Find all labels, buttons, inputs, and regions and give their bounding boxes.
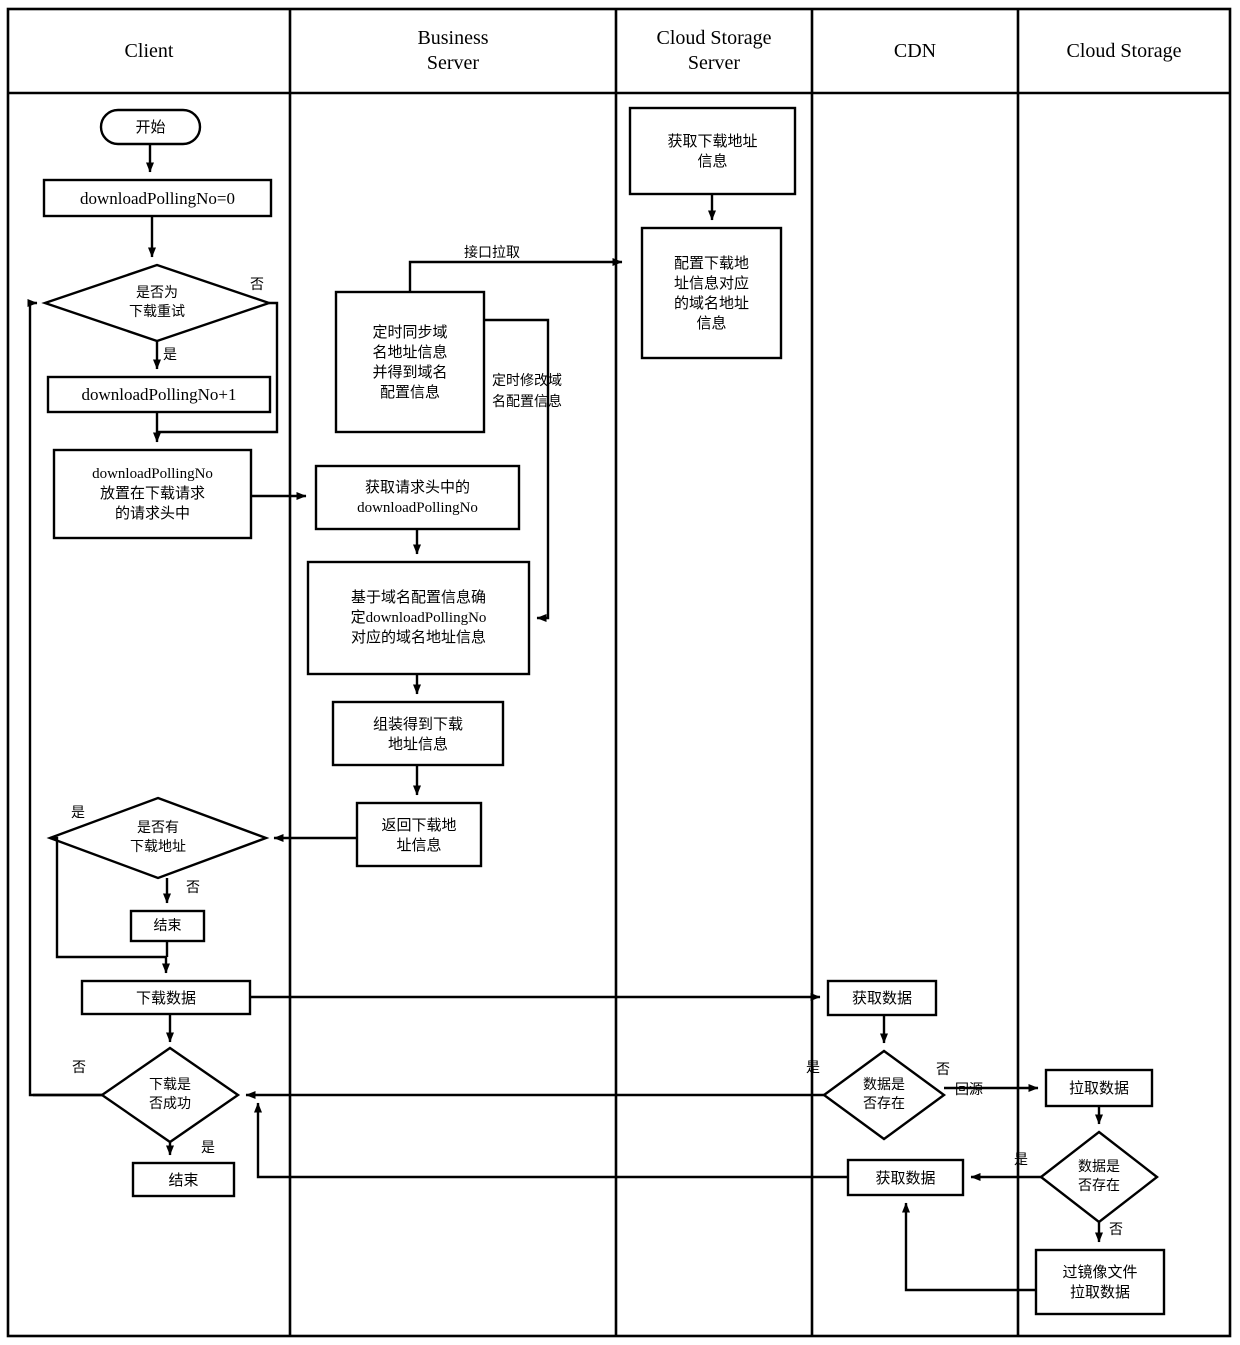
edge-label-retry-yes: 是: [163, 347, 177, 363]
node-cs-mirror-pull-shape: [1034, 1248, 1166, 1316]
flowchart-canvas: Client Business Server Cloud Storage Ser…: [0, 0, 1240, 1345]
edge-label-cdn-exists-yes: 是: [806, 1060, 820, 1076]
client-lane-shapes: [41, 108, 273, 1198]
node-cdn-data-exists-shape: [821, 1049, 947, 1141]
edge-cdn-getdata2-client: [254, 1102, 848, 1179]
lane-title-cloud-storage: Cloud Storage: [1018, 9, 1230, 93]
node-init-polling-shape: [42, 178, 273, 218]
lane-title-cloud-storage-text: Cloud Storage: [1066, 39, 1182, 62]
node-assemble-shape: [331, 700, 505, 767]
edge-label-has-addr-yes: 是: [71, 805, 85, 821]
node-end-noaddr-shape: [129, 909, 206, 943]
node-end-success-shape: [131, 1161, 236, 1198]
node-dl-success-shape: [99, 1046, 241, 1144]
node-put-header-shape: [52, 448, 253, 540]
node-determine-domain-shape: [306, 560, 531, 676]
edge-label-cs-exists-yes: 是: [1014, 1152, 1028, 1168]
node-is-retry-shape: [41, 263, 273, 343]
node-return-addr-shape: [355, 801, 483, 868]
edge-label-cdn-exists-no: 否: [936, 1062, 950, 1078]
edge-label-cs-exists-no: 否: [1109, 1222, 1123, 1238]
lane-title-cdn-text: CDN: [893, 39, 937, 62]
lane-title-business-server-text: Business Server: [417, 27, 489, 74]
edge-mirror-to-cdnget2: [902, 1202, 1036, 1292]
edge-label-timed-modify-domain: 定时修改域 名配置信息: [492, 373, 562, 410]
lane-title-cdn: CDN: [812, 9, 1018, 93]
node-incr-polling-shape: [46, 375, 272, 414]
lane-title-cloud-storage-server-text: Cloud Storage Server: [656, 27, 772, 74]
cloud-storage-server-lane-shapes: [628, 106, 797, 360]
node-start-shape: [99, 108, 202, 146]
edge-retry-loopback: [27, 299, 102, 1097]
edge-label-dl-success-yes: 是: [201, 1140, 215, 1156]
node-get-header-polling-shape: [314, 464, 521, 531]
lane-title-business-server: Business Server: [290, 9, 616, 93]
node-cdn-get-data-shape: [826, 979, 938, 1017]
lane-title-cloud-storage-server: Cloud Storage Server: [616, 9, 812, 93]
cdn-lane-shapes: [821, 979, 965, 1197]
lane-title-client: Client: [8, 9, 290, 93]
edge-label-has-addr-no: 否: [186, 880, 200, 896]
node-cs-pull-data-shape: [1044, 1068, 1154, 1108]
flowchart-svg: [6, 7, 1232, 1338]
edge-label-interface-pull: 接口拉取: [464, 245, 520, 261]
node-cdn-get-data2-shape: [846, 1158, 965, 1197]
edge-label-back-to-source: 回源: [955, 1082, 983, 1098]
node-config-domain-shape: [640, 226, 783, 360]
node-download-data-shape: [80, 979, 252, 1016]
edge-label-retry-no: 否: [250, 277, 264, 293]
edge-interface-pull: [408, 258, 623, 292]
node-sync-domain-shape: [334, 290, 486, 434]
edge-label-dl-success-no: 否: [72, 1060, 86, 1076]
lane-title-client-text: Client: [124, 39, 174, 62]
node-cs-data-exists-shape: [1039, 1130, 1159, 1224]
node-get-download-addr-shape: [628, 106, 797, 196]
